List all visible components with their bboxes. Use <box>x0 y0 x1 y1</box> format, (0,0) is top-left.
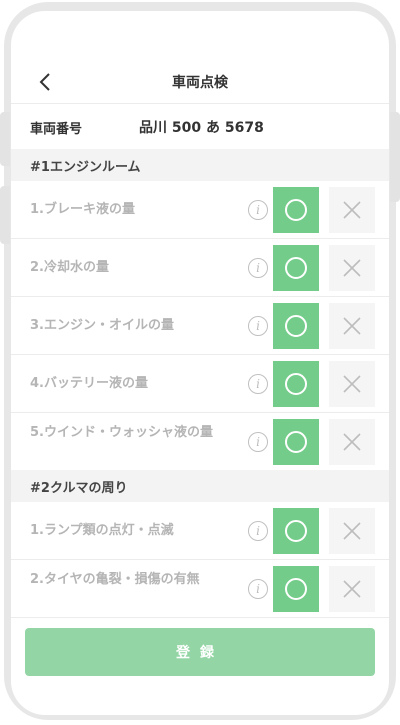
close-icon <box>343 433 361 451</box>
vehicle-number-label: 車両番号 <box>30 121 83 137</box>
info-icon[interactable]: i <box>248 374 268 394</box>
circle-icon <box>285 315 307 337</box>
inspection-item-label: 4.バッテリー液の量 <box>30 376 148 391</box>
inspection-item-label: 2.冷却水の量 <box>30 260 109 275</box>
header: 車両点検 <box>11 60 389 104</box>
ok-button[interactable] <box>273 187 319 233</box>
circle-icon <box>285 578 307 600</box>
close-icon <box>343 201 361 219</box>
close-icon <box>343 580 361 598</box>
inspection-row: 5.ウインド・ウォッシャ液の量 i <box>11 413 389 471</box>
ng-button[interactable] <box>329 303 375 349</box>
close-icon <box>343 317 361 335</box>
info-icon[interactable]: i <box>248 316 268 336</box>
inspection-item-label: 5.ウインド・ウォッシャ液の量 <box>30 425 213 440</box>
vehicle-number-value: 品川 500 あ 5678 <box>139 120 264 136</box>
ng-button[interactable] <box>329 419 375 465</box>
circle-icon <box>285 431 307 453</box>
ng-button[interactable] <box>329 566 375 612</box>
inspection-item-label: 1.ブレーキ液の量 <box>30 202 135 217</box>
circle-icon <box>285 257 307 279</box>
inspection-item-label: 3.エンジン・オイルの量 <box>30 318 174 333</box>
inspection-row: 2.タイヤの亀裂・損傷の有無 i <box>11 560 389 618</box>
ok-button[interactable] <box>273 508 319 554</box>
close-icon <box>343 375 361 393</box>
side-button <box>0 112 10 166</box>
vehicle-number-row: 車両番号 品川 500 あ 5678 <box>11 105 389 149</box>
screen: 車両点検 車両番号 品川 500 あ 5678 #1エンジンルーム 1.ブレーキ液… <box>11 11 389 715</box>
info-icon[interactable]: i <box>248 579 268 599</box>
side-button <box>390 112 400 202</box>
inspection-row: 4.バッテリー液の量 i <box>11 355 389 413</box>
close-icon <box>343 259 361 277</box>
info-icon[interactable]: i <box>248 258 268 278</box>
side-button <box>0 186 10 244</box>
inspection-row: 3.エンジン・オイルの量 i <box>11 297 389 355</box>
ok-button[interactable] <box>273 566 319 612</box>
circle-icon <box>285 373 307 395</box>
circle-icon <box>285 199 307 221</box>
ng-button[interactable] <box>329 508 375 554</box>
inspection-row: 1.ランプ類の点灯・点滅 i <box>11 502 389 560</box>
ng-button[interactable] <box>329 245 375 291</box>
circle-icon <box>285 520 307 542</box>
info-icon[interactable]: i <box>248 521 268 541</box>
inspection-row: 2.冷却水の量 i <box>11 239 389 297</box>
info-icon[interactable]: i <box>248 432 268 452</box>
info-icon[interactable]: i <box>248 200 268 220</box>
ok-button[interactable] <box>273 245 319 291</box>
inspection-item-label: 2.タイヤの亀裂・損傷の有無 <box>30 572 200 587</box>
close-icon <box>343 522 361 540</box>
ok-button[interactable] <box>273 303 319 349</box>
ng-button[interactable] <box>329 361 375 407</box>
ok-button[interactable] <box>273 419 319 465</box>
section-header: #2クルマの周り <box>11 470 389 502</box>
ng-button[interactable] <box>329 187 375 233</box>
section-header: #1エンジンルーム <box>11 149 389 181</box>
page-title: 車両点検 <box>172 75 228 91</box>
inspection-item-label: 1.ランプ類の点灯・点滅 <box>30 523 174 538</box>
inspection-row: 1.ブレーキ液の量 i <box>11 181 389 239</box>
ok-button[interactable] <box>273 361 319 407</box>
register-button[interactable]: 登録 <box>25 628 375 676</box>
